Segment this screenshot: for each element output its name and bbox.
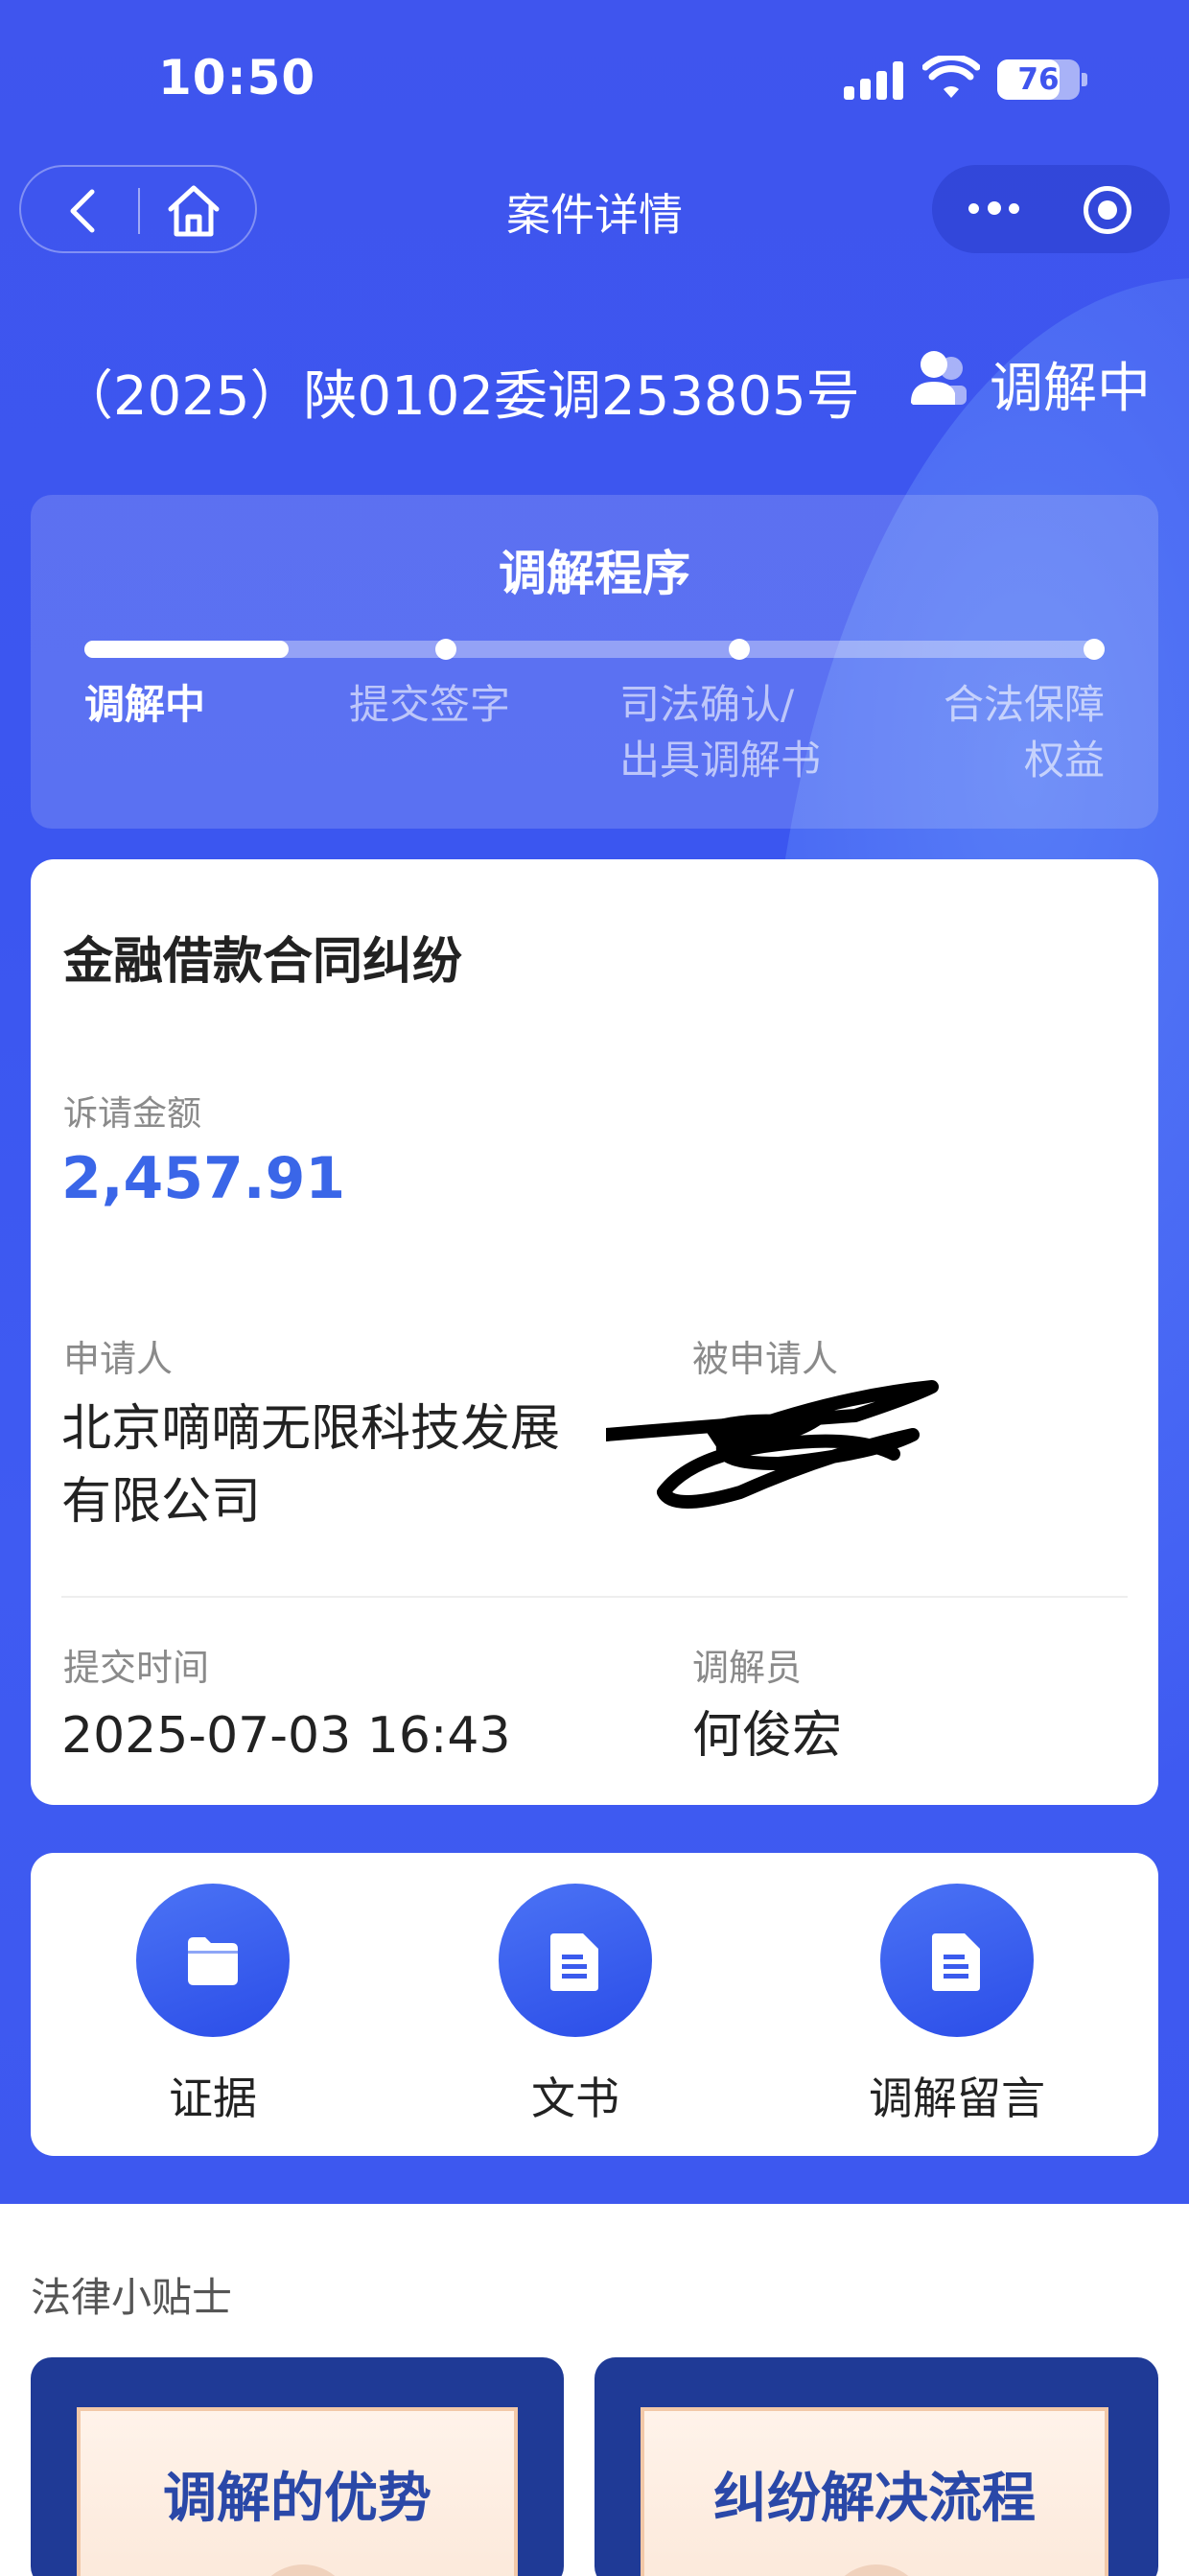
evidence-icon-circle — [136, 1884, 290, 2037]
page-title: 案件详情 — [506, 189, 683, 241]
mediator-name: 何俊宏 — [692, 1707, 843, 1765]
process-step-sign: 提交签字 — [349, 681, 511, 728]
tip-card-title: 调解的优势 — [163, 2468, 431, 2530]
applicant-name: 北京嘀嘀无限科技发展 有限公司 — [61, 1400, 561, 1531]
process-progress-bar — [84, 639, 1105, 660]
nav-divider — [138, 188, 140, 234]
submit-time-label: 提交时间 — [63, 1647, 210, 1689]
nav-capsule-left — [19, 165, 257, 253]
process-card: 调解程序 调解中 提交签字 司法确认/ 出具调解书 合法保障 权益 — [31, 495, 1158, 829]
battery-icon: 76 — [997, 59, 1080, 100]
tip-card-title: 纠纷解决流程 — [713, 2468, 1036, 2530]
process-step-dot — [435, 639, 456, 660]
process-step-dot — [729, 639, 750, 660]
document-icon — [550, 1933, 598, 1991]
applicant-label: 申请人 — [63, 1338, 174, 1380]
tip-illustration — [253, 2564, 353, 2576]
tip-card-inner: 纠纷解决流程 — [641, 2407, 1108, 2576]
battery-level: 76 — [1017, 62, 1060, 97]
mediation-message-icon-circle — [880, 1884, 1034, 2037]
process-step-dot — [1084, 639, 1105, 660]
home-icon[interactable] — [163, 182, 224, 240]
tip-illustration — [827, 2564, 926, 2576]
nav-capsule-right — [932, 165, 1170, 253]
submit-time: 2025-07-03 16:43 — [61, 1707, 511, 1765]
close-miniprogram-icon[interactable] — [1084, 186, 1131, 234]
info-divider — [61, 1596, 1128, 1598]
wifi-icon — [922, 56, 980, 98]
tip-card-inner: 调解的优势 — [77, 2407, 518, 2576]
process-progress-fill — [84, 641, 289, 658]
case-info-card: 金融借款合同纠纷 诉请金额 2,457.91 申请人 北京嘀嘀无限科技发展 有限… — [31, 859, 1158, 1805]
case-number: （2025）陕0102委调253805号 — [59, 365, 860, 428]
actions-card: 证据 文书 调解留言 — [31, 1853, 1158, 2156]
evidence-button[interactable]: 证据 — [98, 1884, 328, 2133]
status-time: 10:50 — [158, 50, 316, 105]
more-icon[interactable] — [967, 192, 1024, 226]
mediator-status-icon — [911, 351, 967, 405]
folder-icon — [188, 1937, 238, 1985]
documents-icon-circle — [499, 1884, 652, 2037]
case-status-text: 调解中 — [990, 358, 1151, 420]
process-title: 调解程序 — [499, 546, 690, 601]
amount-label: 诉请金额 — [63, 1094, 202, 1134]
mediation-message-button[interactable]: 调解留言 — [842, 1884, 1072, 2133]
mediator-label: 调解员 — [692, 1647, 803, 1689]
documents-button[interactable]: 文书 — [460, 1884, 690, 2133]
mediation-message-label: 调解留言 — [869, 2073, 1045, 2124]
documents-label: 文书 — [531, 2073, 619, 2124]
process-step-mediating: 调解中 — [84, 681, 206, 728]
document-icon — [932, 1933, 980, 1991]
claim-amount: 2,457.91 — [61, 1145, 346, 1212]
battery-cap — [1082, 73, 1087, 86]
tip-card-process[interactable]: 纠纷解决流程 — [594, 2357, 1158, 2576]
case-type: 金融借款合同纠纷 — [63, 933, 463, 991]
evidence-label: 证据 — [169, 2073, 257, 2124]
back-icon[interactable] — [61, 186, 105, 236]
signal-icon — [844, 61, 905, 100]
process-step-rights: 合法保障 权益 — [943, 681, 1105, 784]
tip-card-advantages[interactable]: 调解的优势 — [31, 2357, 564, 2576]
respondent-label: 被申请人 — [692, 1338, 839, 1380]
redaction-scribble — [606, 1380, 939, 1509]
process-step-confirm: 司法确认/ 出具调解书 — [619, 681, 822, 784]
legal-tips-title: 法律小贴士 — [31, 2274, 233, 2321]
